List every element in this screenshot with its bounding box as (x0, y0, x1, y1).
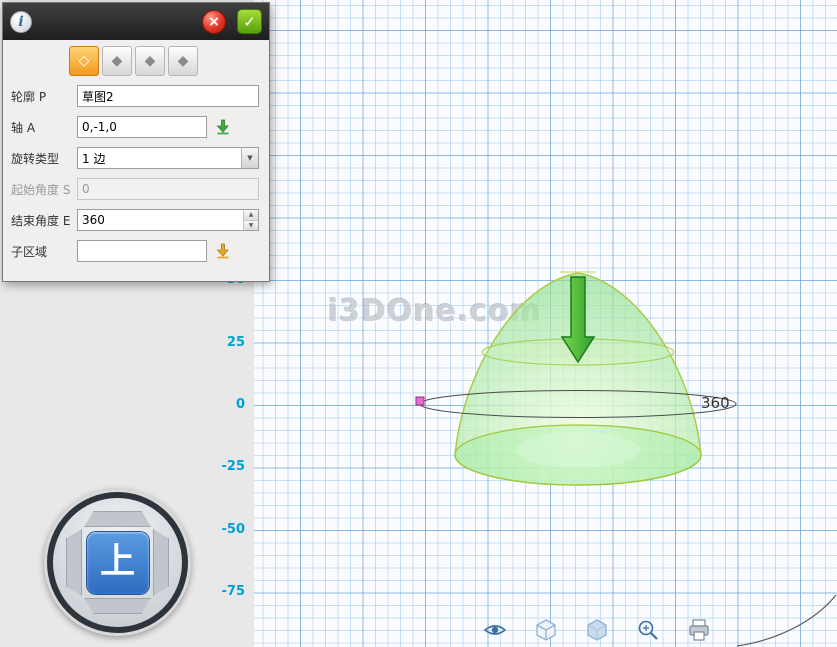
profile-input[interactable] (77, 85, 259, 107)
printer-icon (686, 617, 712, 643)
end-angle-row: 结束角度 E ▲ ▼ (3, 209, 269, 231)
eye-icon (482, 617, 508, 643)
subregion-pick-button[interactable] (212, 240, 234, 262)
view-toolbar (482, 617, 712, 643)
end-angle-input[interactable] (78, 210, 243, 230)
subregion-input[interactable] (77, 240, 207, 262)
info-icon[interactable]: i (10, 11, 32, 33)
revolve-type-dropdown[interactable]: 1 边 ▼ (77, 147, 259, 169)
revolve-mode-toolbar: ◇ ◆ ◆ ◆ (3, 40, 269, 83)
yellow-download-arrow-icon (215, 243, 231, 259)
mode-revolve-alt1-button[interactable]: ◆ (102, 46, 132, 76)
end-angle-label: 结束角度 E (11, 212, 77, 229)
viewcube-top-label: 上 (100, 545, 135, 580)
spin-up-icon[interactable]: ▲ (244, 210, 258, 221)
revolve-angle-value: 360 (701, 394, 730, 412)
visibility-button[interactable] (482, 617, 508, 643)
viewcube-face-right[interactable] (153, 529, 169, 596)
viewcube-face-front[interactable] (84, 598, 151, 614)
shaded-view-button[interactable] (584, 617, 610, 643)
subregion-label: 子区域 (11, 243, 77, 260)
wireframe-view-button[interactable] (533, 617, 559, 643)
viewcube-face-left[interactable] (66, 529, 82, 596)
axis-label: 轴 A (11, 119, 77, 136)
viewcube-face-top[interactable]: 上 (87, 532, 149, 594)
revolve-dialog: i × ✓ ◇ ◆ ◆ ◆ 轮廓 P 轴 A (2, 2, 270, 282)
app-window: 50 25 0 -25 -50 -75 i3DOne.com (0, 0, 837, 647)
end-angle-spinner: ▲ ▼ (77, 209, 259, 231)
start-angle-spinner (77, 178, 259, 200)
view-navigator[interactable]: 上 (44, 489, 191, 636)
dialog-titlebar[interactable]: i × ✓ (3, 3, 269, 40)
mode-revolve-alt3-button[interactable]: ◆ (168, 46, 198, 76)
axis-pick-button[interactable] (212, 116, 234, 138)
mode-revolve-button[interactable]: ◇ (69, 46, 99, 76)
spin-down-icon[interactable]: ▼ (244, 221, 258, 231)
dialog-body: 轮廓 P 轴 A 旋转类型 1 边 ▼ (3, 83, 269, 281)
subregion-row: 子区域 (3, 240, 269, 262)
print-button[interactable] (686, 617, 712, 643)
view-navigator-dial: 上 (53, 498, 182, 627)
profile-row: 轮廓 P (3, 85, 269, 107)
magnifier-icon (635, 617, 661, 643)
dome-base-rim (455, 425, 701, 485)
confirm-button[interactable]: ✓ (237, 9, 262, 34)
start-angle-label: 起始角度 S (11, 181, 77, 198)
mode-revolve-alt2-button[interactable]: ◆ (135, 46, 165, 76)
revolve-type-label: 旋转类型 (11, 150, 77, 167)
start-angle-row: 起始角度 S (3, 178, 269, 200)
revolve-type-row: 旋转类型 1 边 ▼ (3, 147, 269, 169)
axis-row: 轴 A (3, 116, 269, 138)
end-angle-spin-buttons: ▲ ▼ (243, 210, 258, 230)
axis-input[interactable] (77, 116, 207, 138)
viewcube-face-back[interactable] (84, 511, 151, 527)
chevron-down-icon[interactable]: ▼ (241, 148, 258, 168)
profile-label: 轮廓 P (11, 88, 77, 105)
cancel-button[interactable]: × (202, 10, 226, 34)
axis-start-marker[interactable] (416, 397, 424, 405)
solid-cube-icon (584, 617, 610, 643)
start-angle-input (78, 179, 258, 199)
green-download-arrow-icon (215, 119, 231, 135)
zoom-button[interactable] (635, 617, 661, 643)
wireframe-cube-icon (533, 617, 559, 643)
corner-arc (737, 595, 836, 646)
revolve-type-value: 1 边 (78, 148, 241, 168)
